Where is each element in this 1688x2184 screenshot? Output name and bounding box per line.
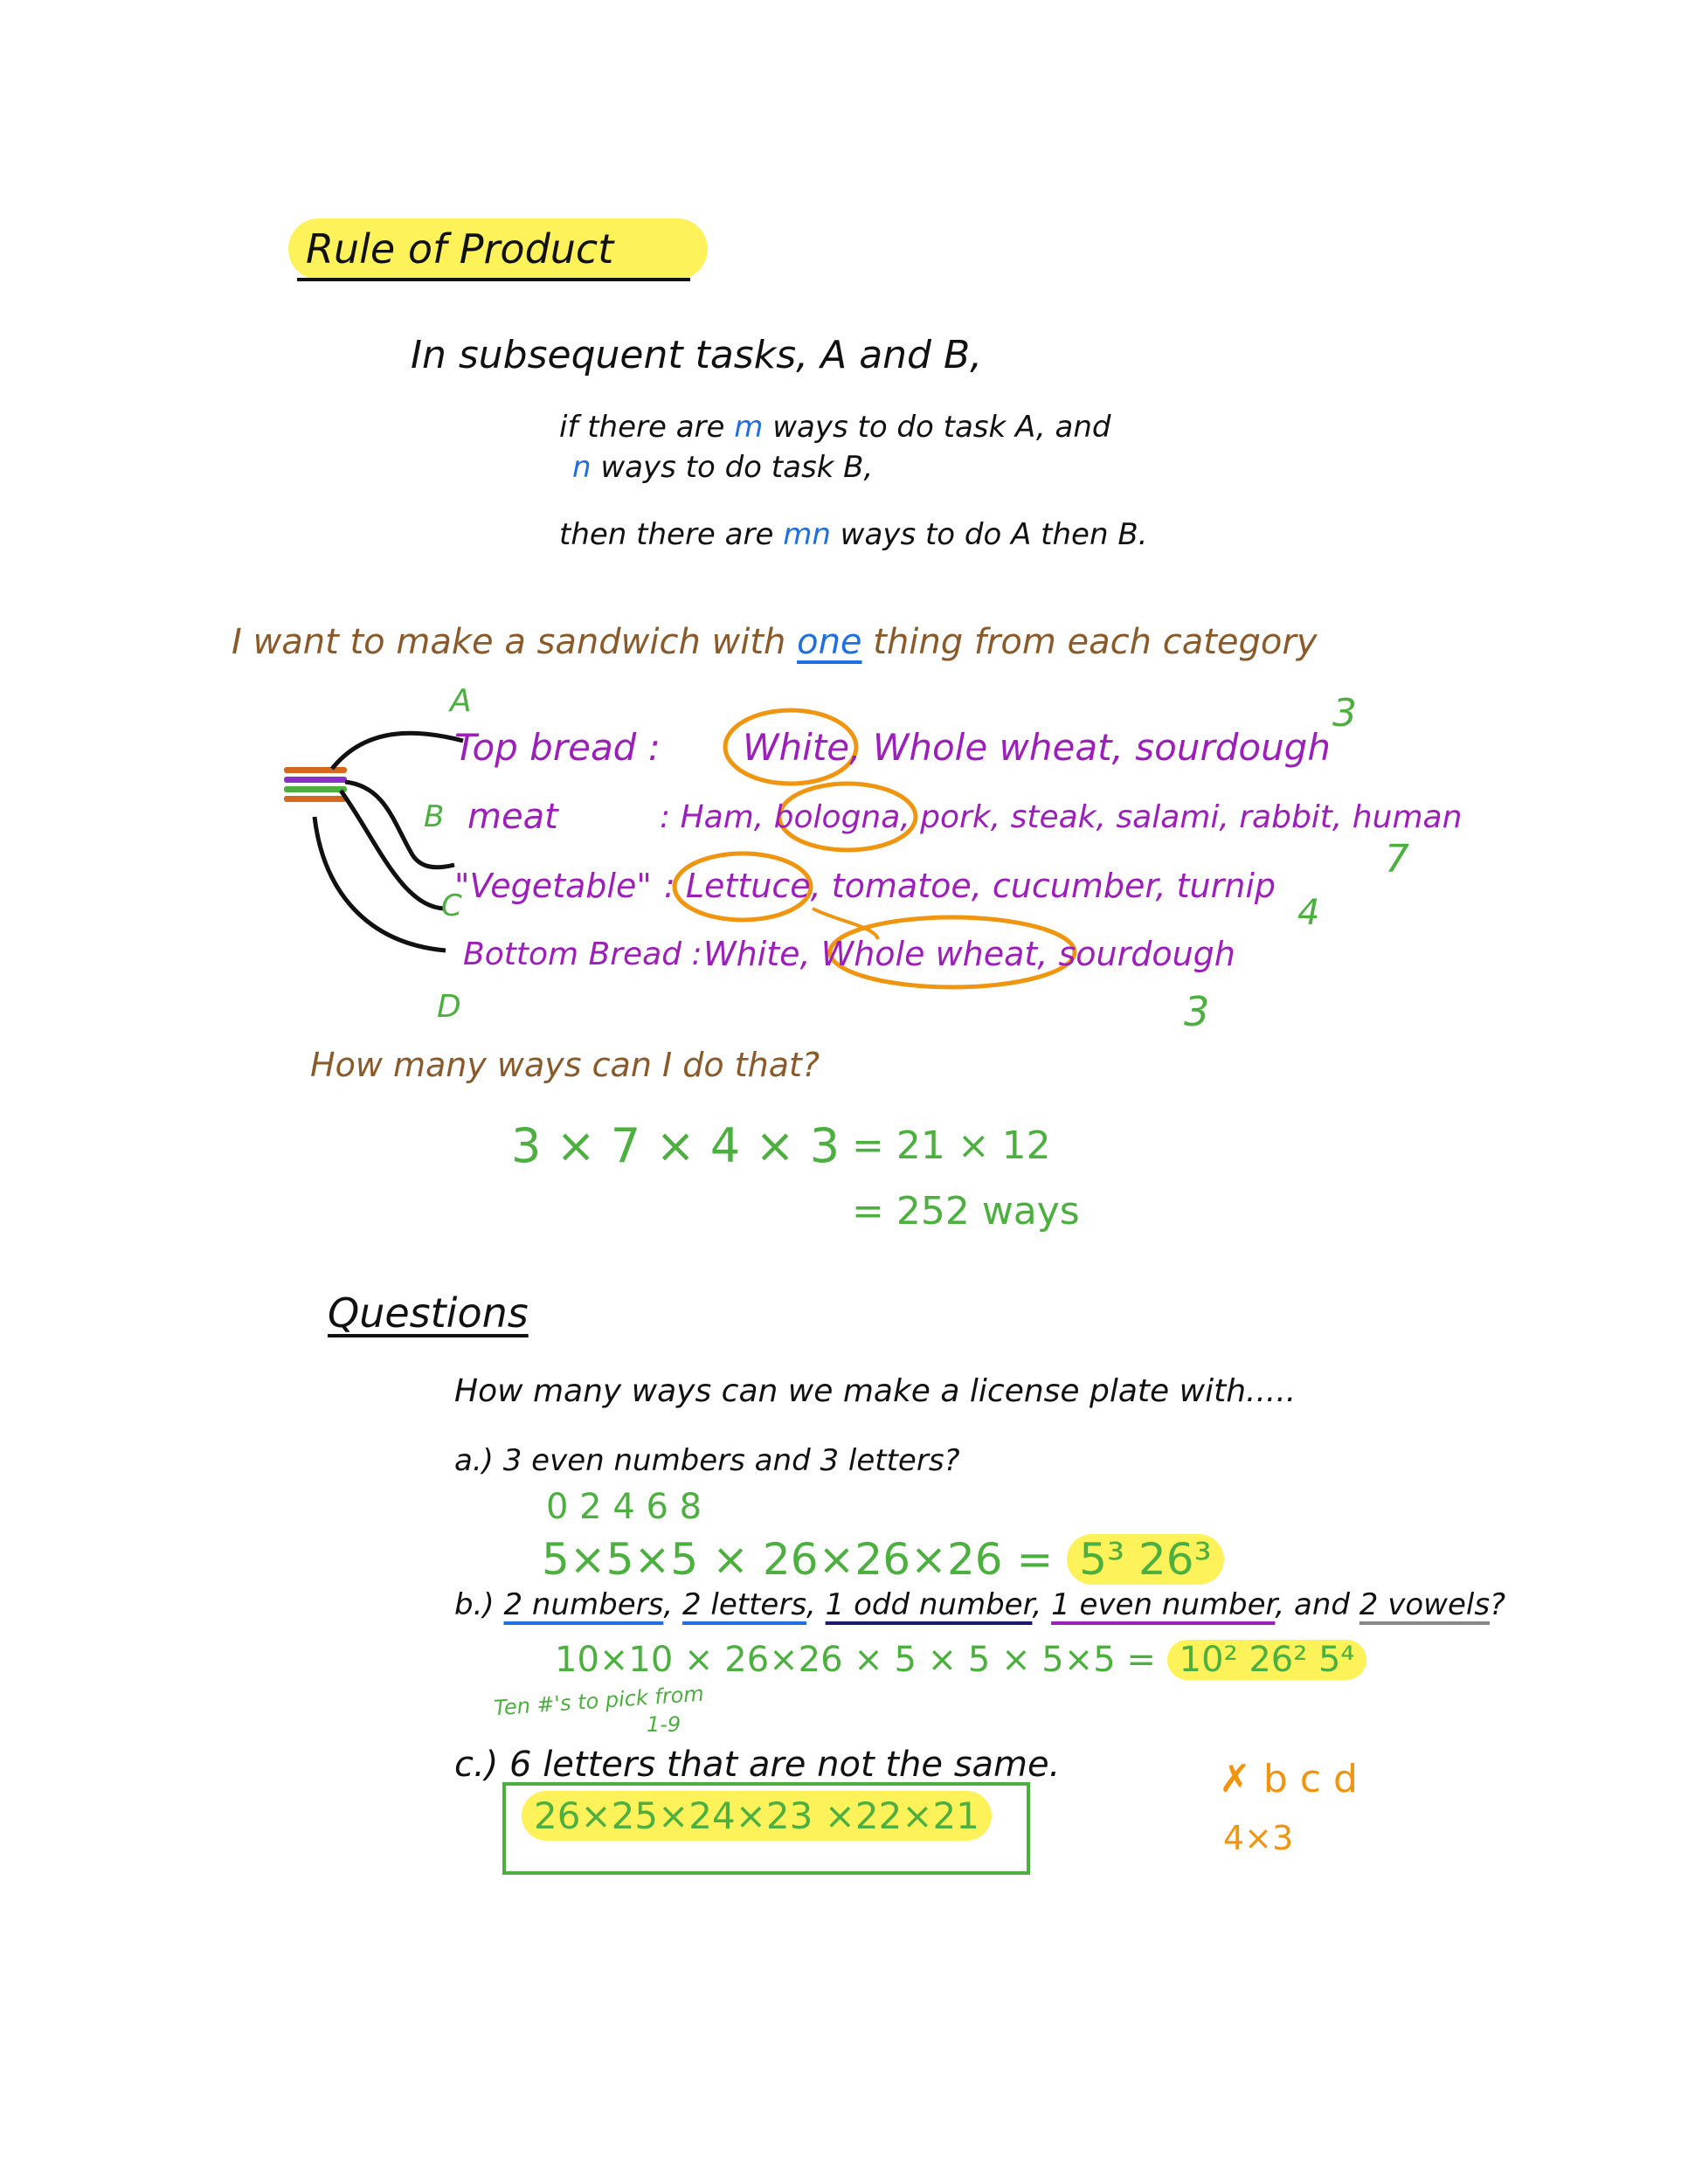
question-b-prefix: b.) [454,1587,504,1622]
question-c-label: c.) 6 letters that are not the same. [454,1745,1061,1785]
category-count-a: 3 [1332,691,1357,736]
question-a-answer: 5³ 26³ [1067,1534,1224,1585]
category-name-d: Bottom Bread : [463,936,702,972]
question-b-part-even: 1 even number [1051,1587,1276,1622]
question-c-side-1: ✗ b c d [1219,1757,1358,1801]
question-b-work-text: 10×10 × 26×26 × 5 × 5 × 5×5 = [555,1640,1167,1680]
question-b-part-numbers: 2 numbers [503,1587,664,1622]
category-name-c: "Vegetable" [454,867,652,905]
category-count-c: 4 [1297,893,1320,933]
question-b-mid: , and [1275,1587,1359,1622]
questions-heading: Questions [328,1289,529,1337]
question-b-part-vowels: 2 vowels [1359,1587,1491,1622]
question-a-label: a.) 3 even numbers and 3 letters? [454,1443,960,1478]
question-b-part-letters: 2 letters [681,1587,807,1622]
category-letter-d: D [437,989,461,1025]
question-a-work-text: 5×5×5 × 26×26×26 = [542,1534,1068,1585]
question-c-side-2: 4×3 [1223,1819,1294,1857]
category-items-d: White, Whole wheat, sourdough [703,935,1235,973]
category-items-c: : Lettuce, tomatoe, cucumber, turnip [664,867,1276,905]
sandwich-question: How many ways can I do that? [310,1046,820,1084]
category-name-b: meat [467,797,558,837]
question-c-answer-box: 26×25×24×23 ×22×21 [502,1782,1030,1875]
question-a-work: 5×5×5 × 26×26×26 = 5³ 26³ [542,1534,1224,1585]
category-count-d: 3 [1184,988,1210,1035]
category-count-b: 7 [1385,837,1409,881]
question-b-answer: 10² 26² 5⁴ [1166,1640,1367,1680]
questions-intro: How many ways can we make a license plat… [454,1373,1297,1409]
question-b-part-odd: 1 odd number [825,1587,1033,1622]
question-c-answer: 26×25×24×23 ×22×21 [522,1791,992,1841]
category-name-a: Top bread : [454,726,661,769]
category-letter-b: B [424,799,445,834]
category-items-b: : Ham, bologna, pork, steak, salami, rab… [660,799,1463,835]
category-letter-a: A [450,683,472,719]
question-b-end: ? [1490,1587,1506,1622]
question-a-hint: 0 2 4 6 8 [546,1487,702,1527]
sandwich-calc-result: = 252 ways [852,1189,1080,1234]
category-items-a: White, Whole wheat, sourdough [743,726,1331,769]
question-b-label: b.) 2 numbers, 2 letters, 1 odd number, … [454,1587,1506,1622]
question-b-work: 10×10 × 26×26 × 5 × 5 × 5×5 = 10² 26² 5⁴ [555,1640,1367,1680]
sandwich-calc-right: = 21 × 12 [852,1123,1051,1168]
question-b-note-2: 1-9 [647,1712,681,1737]
sandwich-calc-left: 3 × 7 × 4 × 3 [511,1118,841,1173]
